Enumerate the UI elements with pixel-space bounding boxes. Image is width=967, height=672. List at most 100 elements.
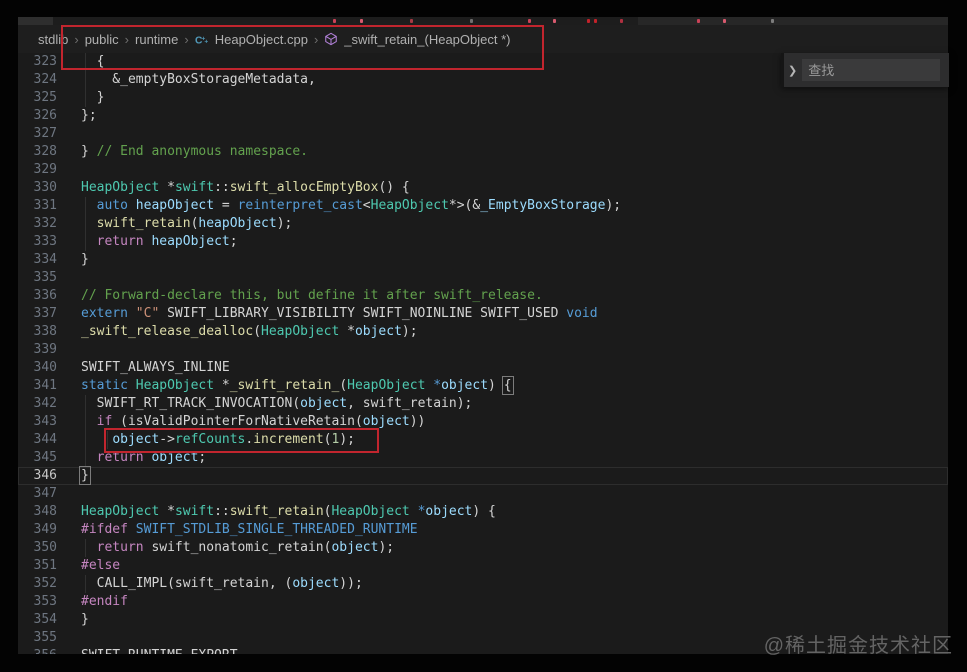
line-number[interactable]: 330: [18, 179, 57, 197]
line-number[interactable]: 347: [18, 485, 57, 503]
breadcrumb-item[interactable]: runtime: [135, 32, 178, 47]
line-number[interactable]: 350: [18, 539, 57, 557]
code-text: HeapObject *swift::swift_allocEmptyBox()…: [81, 180, 410, 195]
code-text: #ifdef SWIFT_STDLIB_SINGLE_THREADED_RUNT…: [81, 522, 418, 537]
code-line[interactable]: 350 return swift_nonatomic_retain(object…: [18, 539, 948, 557]
indent-guide: [85, 89, 86, 107]
line-number[interactable]: 355: [18, 629, 57, 647]
line-number[interactable]: 348: [18, 503, 57, 521]
bracket-match: {: [501, 375, 514, 396]
indent-guide: [107, 431, 108, 449]
line-number[interactable]: 333: [18, 233, 57, 251]
code-line[interactable]: 331 auto heapObject = reinterpret_cast<H…: [18, 197, 948, 215]
line-number[interactable]: 351: [18, 557, 57, 575]
line-number[interactable]: 326: [18, 107, 57, 125]
code-line[interactable]: 327: [18, 125, 948, 143]
code-line[interactable]: 339: [18, 341, 948, 359]
code-text: SWIFT_ALWAYS_INLINE: [81, 360, 230, 375]
code-text: swift_retain(heapObject);: [96, 216, 293, 231]
svg-text:+: +: [205, 38, 209, 45]
breadcrumb-item[interactable]: HeapObject.cpp: [215, 32, 308, 47]
indent-guide: [85, 215, 86, 233]
code-line[interactable]: 349 #ifdef SWIFT_STDLIB_SINGLE_THREADED_R…: [18, 521, 948, 539]
code-line[interactable]: 334}: [18, 251, 948, 269]
code-line[interactable]: 342 SWIFT_RT_TRACK_INVOCATION(object, sw…: [18, 395, 948, 413]
code-line[interactable]: 340 SWIFT_ALWAYS_INLINE: [18, 359, 948, 377]
line-number[interactable]: 328: [18, 143, 57, 161]
code-line[interactable]: 338 _swift_release_dealloc(HeapObject *ob…: [18, 323, 948, 341]
line-number[interactable]: 345: [18, 449, 57, 467]
indent-guide: [85, 395, 86, 413]
tab-bar-right-segment: [638, 17, 948, 25]
symbol-method-icon: [323, 31, 339, 47]
line-number[interactable]: 331: [18, 197, 57, 215]
line-number[interactable]: 332: [18, 215, 57, 233]
line-number[interactable]: 325: [18, 89, 57, 107]
line-number[interactable]: 329: [18, 161, 57, 179]
code-line[interactable]: 353 #endif: [18, 593, 948, 611]
line-number[interactable]: 349: [18, 521, 57, 539]
code-line[interactable]: 335: [18, 269, 948, 287]
code-line[interactable]: 332 swift_retain(heapObject);: [18, 215, 948, 233]
code-line[interactable]: 336 // Forward-declare this, but define i…: [18, 287, 948, 305]
breadcrumb-item[interactable]: _swift_retain_(HeapObject *): [344, 32, 510, 47]
tab-indicator-dot: [333, 19, 336, 23]
breadcrumb-item[interactable]: stdlib: [38, 32, 68, 47]
line-number[interactable]: 341: [18, 377, 57, 395]
code-editor[interactable]: 323 {324 &_emptyBoxStorageMetadata, 325 }…: [18, 53, 948, 654]
line-number[interactable]: 343: [18, 413, 57, 431]
line-number[interactable]: 327: [18, 125, 57, 143]
code-line[interactable]: 351 #else: [18, 557, 948, 575]
line-number[interactable]: 324: [18, 71, 57, 89]
line-number[interactable]: 323: [18, 53, 57, 71]
breadcrumb-item[interactable]: public: [85, 32, 119, 47]
line-number[interactable]: 354: [18, 611, 57, 629]
line-number[interactable]: 338: [18, 323, 57, 341]
code-line[interactable]: 341 static HeapObject *_swift_retain_(Hea…: [18, 375, 948, 396]
code-text: SWIFT_RT_TRACK_INVOCATION(object, swift_…: [81, 396, 473, 411]
code-line[interactable]: 330 HeapObject *swift::swift_allocEmptyBo…: [18, 179, 948, 197]
line-number[interactable]: 337: [18, 305, 57, 323]
code-text: static HeapObject *_swift_retain_(HeapOb…: [81, 375, 514, 396]
code-line[interactable]: 337 extern "C" SWIFT_LIBRARY_VISIBILITY S…: [18, 305, 948, 323]
code-text: return swift_nonatomic_retain(object);: [96, 540, 395, 555]
code-line[interactable]: 325 }: [18, 89, 948, 107]
code-line[interactable]: 347: [18, 485, 948, 503]
tab-indicator-dot: [697, 19, 700, 23]
line-number[interactable]: 356: [18, 647, 57, 654]
line-number[interactable]: 344: [18, 431, 57, 449]
line-number[interactable]: 339: [18, 341, 57, 359]
line-number[interactable]: 336: [18, 287, 57, 305]
line-number[interactable]: 335: [18, 269, 57, 287]
code-text: }: [81, 252, 89, 267]
line-number[interactable]: 352: [18, 575, 57, 593]
toggle-replace-chevron-icon[interactable]: ❯: [784, 64, 802, 77]
line-number[interactable]: 353: [18, 593, 57, 611]
cpp-file-icon: C + +: [194, 31, 210, 47]
tab-stub: [18, 17, 53, 25]
line-number[interactable]: 334: [18, 251, 57, 269]
line-number[interactable]: 342: [18, 395, 57, 413]
code-text: _swift_release_dealloc(HeapObject *objec…: [81, 324, 418, 339]
code-line[interactable]: 348 HeapObject *swift::swift_retain(HeapO…: [18, 503, 948, 521]
line-number[interactable]: 346: [18, 467, 57, 485]
code-line[interactable]: 346}: [18, 465, 948, 486]
code-line[interactable]: 345 return object;: [18, 449, 948, 467]
indent-guide: [85, 575, 86, 593]
code-line[interactable]: 344 object->refCounts.increment(1);: [18, 431, 948, 449]
tab-indicator-dot: [528, 19, 531, 23]
indent-guide: [85, 539, 86, 557]
code-text: }: [81, 90, 105, 105]
code-line[interactable]: 328} // End anonymous namespace.: [18, 143, 948, 161]
code-line[interactable]: 329: [18, 161, 948, 179]
code-line[interactable]: 352 CALL_IMPL(swift_retain, (object));: [18, 575, 948, 593]
code-line[interactable]: 354}: [18, 611, 948, 629]
line-number[interactable]: 340: [18, 359, 57, 377]
find-input[interactable]: [802, 59, 941, 81]
code-line[interactable]: 326};: [18, 107, 948, 125]
code-line[interactable]: 333 return heapObject;: [18, 233, 948, 251]
code-line[interactable]: 343 if (isValidPointerForNativeRetain(ob…: [18, 413, 948, 431]
